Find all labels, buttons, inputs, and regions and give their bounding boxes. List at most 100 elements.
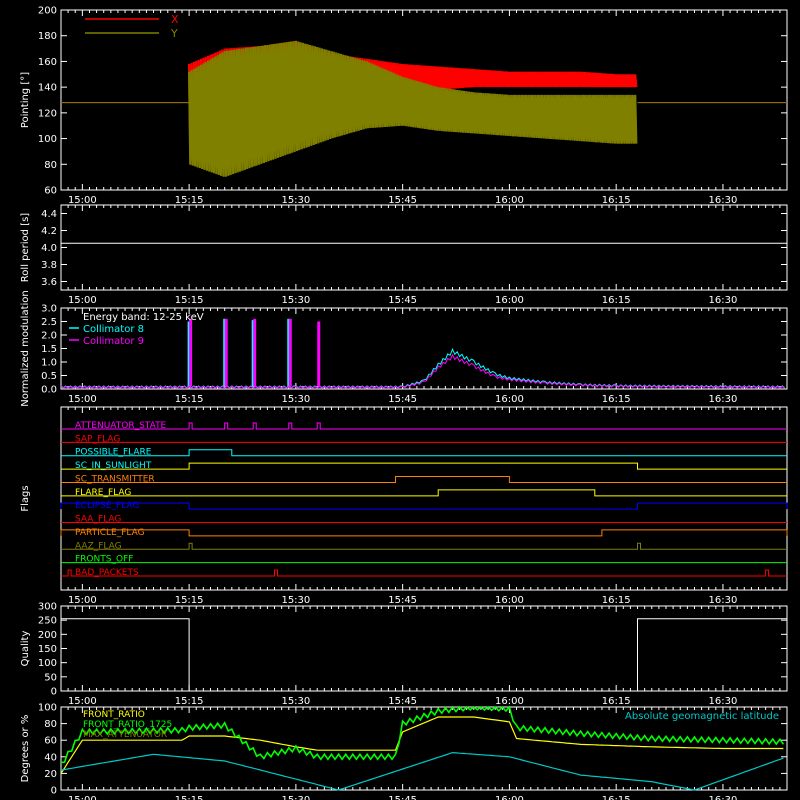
y-tick-label: 50	[44, 672, 57, 683]
y-tick-label: 150	[38, 644, 57, 655]
x-tick-label: 15:45	[388, 195, 417, 206]
x-tick-label: 16:30	[709, 195, 738, 206]
y-tick-label: 4.2	[41, 226, 57, 237]
y-tick-label: 100	[38, 134, 57, 145]
x-tick-label: 15:45	[388, 595, 417, 606]
x-tick-label: 15:15	[175, 595, 204, 606]
x-tick-label: 16:15	[602, 394, 631, 405]
x-tick-label: 16:15	[602, 595, 631, 606]
y-axis-label: Flags	[20, 485, 31, 511]
x-tick-label: 16:15	[602, 696, 631, 707]
y-tick-label: 80	[44, 719, 57, 730]
x-tick-label: 15:30	[281, 195, 310, 206]
legend-label: Collimator 8	[83, 324, 144, 335]
y-tick-label: 0.0	[41, 385, 57, 396]
y-tick-label: 250	[38, 616, 57, 627]
x-tick-label: 15:30	[281, 394, 310, 405]
flag-trace	[61, 449, 787, 457]
modulation-spike	[288, 318, 292, 387]
x-tick-label: 16:15	[602, 295, 631, 306]
y-tick-label: 40	[44, 752, 57, 763]
y-tick-label: 0	[51, 786, 57, 797]
modulation-spike	[317, 321, 321, 387]
legend-label: FRONT_RATIO	[83, 710, 145, 720]
legend-label: Y	[170, 27, 178, 40]
y-tick-label: 100	[38, 658, 57, 669]
quality-series	[61, 618, 787, 692]
x-tick-label: 16:30	[709, 295, 738, 306]
modulation-series	[60, 353, 785, 389]
x-tick-label: 16:30	[709, 696, 738, 707]
flag-trace	[61, 542, 787, 550]
x-tick-label: 15:15	[175, 195, 204, 206]
x-tick-label: 15:30	[281, 696, 310, 707]
modulation-spike	[189, 318, 193, 387]
x-tick-label: 15:00	[68, 295, 97, 306]
y-tick-label: 3.8	[41, 260, 57, 271]
y-axis-label: Normalized modulation	[20, 290, 31, 407]
y-tick-label: 180	[38, 31, 57, 42]
ratio-series	[60, 751, 784, 791]
y-tick-label: 160	[38, 57, 57, 68]
x-tick-label: 16:30	[709, 795, 738, 800]
energy-band-annotation: Energy band: 12-25 keV	[83, 312, 204, 323]
x-tick-label: 15:00	[68, 595, 97, 606]
flag-trace	[61, 475, 787, 483]
latitude-annotation: Absolute geomagnetic latitude	[625, 711, 779, 722]
x-tick-label: 16:30	[709, 394, 738, 405]
x-tick-label: 15:30	[281, 595, 310, 606]
pointing-series-y	[188, 40, 638, 177]
modulation-spike	[224, 318, 228, 387]
flag-trace	[61, 422, 787, 430]
y-tick-label: 300	[38, 602, 57, 613]
x-tick-label: 16:00	[495, 195, 524, 206]
stacked-panels: 15:00 15:15 15:30 15:45 16:00 16:15 16:30 60 80 1…	[20, 6, 788, 800]
x-tick-label: 15:30	[281, 795, 310, 800]
x-tick-label: 15:00	[68, 696, 97, 707]
x-tick-label: 15:45	[388, 696, 417, 707]
x-tick-label: 15:15	[175, 295, 204, 306]
y-tick-label: 2.0	[41, 331, 57, 342]
y-tick-label: 60	[44, 186, 57, 197]
x-tick-label: 16:00	[495, 696, 524, 707]
flag-trace	[60, 529, 788, 537]
y-tick-label: 120	[38, 108, 57, 119]
y-tick-label: 3.0	[41, 304, 57, 315]
y-tick-label: 200	[38, 6, 57, 17]
y-tick-label: 80	[44, 160, 57, 171]
x-tick-label: 16:00	[495, 394, 524, 405]
x-tick-label: 15:45	[388, 295, 417, 306]
rhessi-quicklook-chart: 15:00 15:15 15:30 15:45 16:00 16:15 16:30 60 80 1…	[0, 0, 800, 800]
y-tick-label: 60	[44, 736, 57, 747]
flag-trace	[61, 569, 787, 577]
y-axis-label: Pointing [°]	[20, 72, 31, 128]
x-tick-label: 15:00	[68, 795, 97, 800]
x-tick-label: 15:15	[175, 394, 204, 405]
y-tick-label: 100	[38, 703, 57, 714]
y-tick-label: 4.0	[41, 243, 57, 254]
y-tick-label: 2.5	[41, 317, 57, 328]
x-tick-label: 16:15	[602, 795, 631, 800]
x-tick-label: 16:15	[602, 195, 631, 206]
legend-label: X	[171, 13, 179, 26]
y-tick-label: 20	[44, 769, 57, 780]
x-tick-label: 15:15	[175, 795, 204, 800]
legend-label: MAX_ATTENUATOR	[83, 730, 167, 740]
panel-frame	[60, 204, 788, 291]
x-tick-label: 15:00	[68, 195, 97, 206]
y-tick-label: 1.0	[41, 358, 57, 369]
modulation-spike	[253, 318, 257, 387]
legend-label: FRONT_RATIO_1725	[83, 720, 172, 730]
x-tick-label: 15:45	[388, 795, 417, 800]
y-tick-label: 3.6	[41, 277, 57, 288]
y-axis-label: Roll period [s]	[20, 213, 31, 282]
x-tick-label: 16:00	[495, 595, 524, 606]
y-axis-label: Quality	[20, 631, 31, 667]
x-tick-label: 15:45	[388, 394, 417, 405]
x-tick-label: 15:15	[175, 696, 204, 707]
x-tick-label: 16:00	[495, 295, 524, 306]
y-tick-label: 4.4	[41, 209, 57, 220]
legend-label: Collimator 9	[83, 336, 144, 347]
x-tick-label: 15:00	[68, 394, 97, 405]
flag-trace	[61, 489, 787, 497]
